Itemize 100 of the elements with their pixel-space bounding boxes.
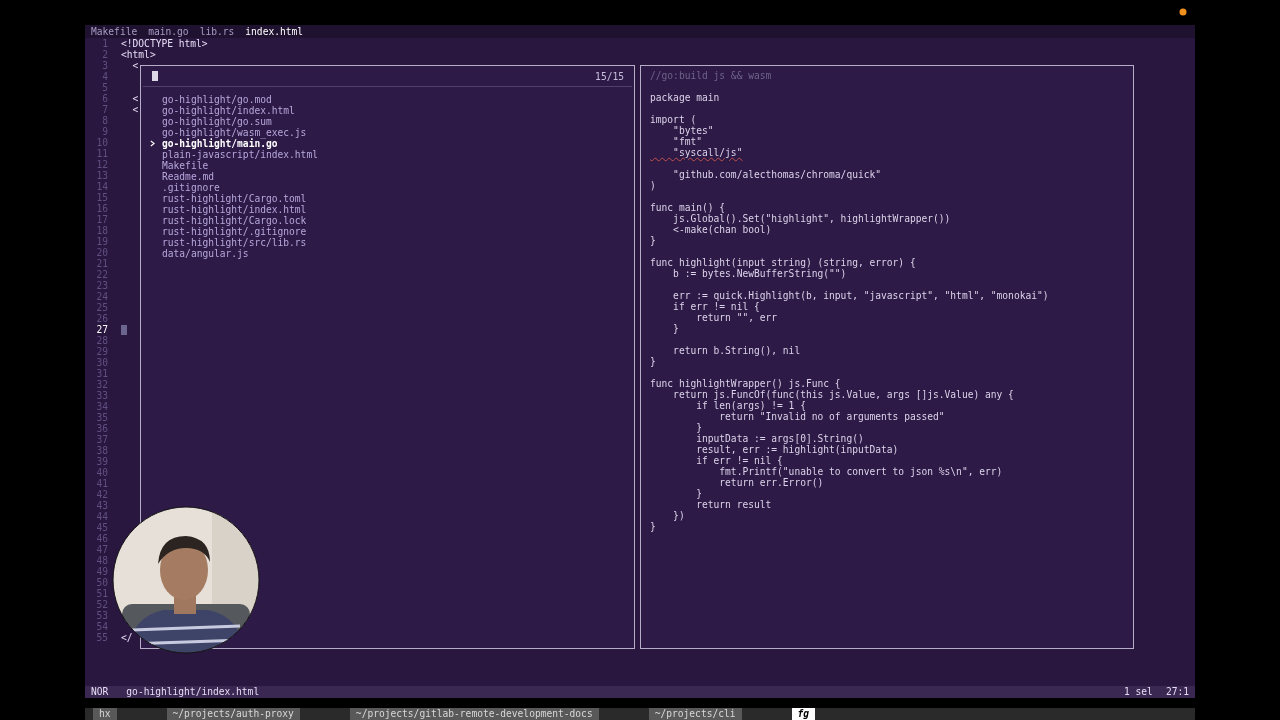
file-path: go-highlight/index.html [126, 686, 260, 698]
code-line: return result [695, 499, 772, 510]
line-number: 21 [96, 258, 108, 269]
line-number: 36 [96, 423, 108, 434]
file-item[interactable]: plain-javascript/index.html [162, 149, 318, 160]
code-line: return "", err [695, 312, 778, 323]
code-line: err := quick.Highlight(b, input, "javascript", "html", "monokai") [672, 290, 1049, 301]
code-line: </ [121, 632, 133, 643]
tmux-window[interactable]: fg [791, 708, 816, 720]
line-number: 41 [96, 478, 108, 489]
line-number: 14 [96, 181, 108, 192]
code-line: fmt.Printf("unable to convert to json %s\n", err) [718, 466, 1003, 477]
file-item[interactable]: rust-highlight/.gitignore [162, 226, 307, 237]
line-number: 44 [96, 511, 108, 522]
caret-icon [150, 140, 155, 147]
file-item[interactable]: rust-highlight/src/lib.rs [162, 237, 307, 248]
buffer-tab[interactable]: main.go [148, 25, 189, 38]
file-item[interactable]: go-highlight/wasm_exec.js [162, 127, 307, 138]
code-line: <-make(chan bool) [672, 224, 772, 235]
line-number: 32 [96, 379, 108, 390]
line-number: 12 [96, 159, 108, 170]
line-number: 1 [102, 38, 108, 49]
code-line: } [695, 488, 702, 499]
file-item[interactable]: go-highlight/index.html [162, 105, 295, 116]
line-number: 20 [96, 247, 108, 258]
code-line: } [695, 422, 702, 433]
code-line: < [131, 93, 139, 104]
selection-count: 1 sel [1124, 686, 1153, 698]
code-line: func highlightWrapper() js.Func { [650, 378, 841, 389]
code-line: js.Global().Set("highlight", highlightWrapper()) [672, 213, 951, 224]
line-number: 38 [96, 445, 108, 456]
line-number: 15 [96, 192, 108, 203]
line-number: 46 [96, 533, 108, 544]
code-line: return b.String(), nil [672, 345, 801, 356]
line-number: 52 [96, 599, 108, 610]
code-line: <!DOCTYPE html> [121, 38, 208, 49]
line-number: 40 [96, 467, 108, 478]
tmux-window[interactable]: ~/projects/auth-proxy [166, 708, 300, 720]
line-number: 49 [96, 566, 108, 577]
line-number: 42 [96, 489, 108, 500]
code-line: }) [672, 510, 685, 521]
code-line: return js.FuncOf(func(this js.Value, args []js.Value) any { [672, 389, 1014, 400]
line-number: 47 [96, 544, 108, 555]
code-line: func highlight(input string) (string, error) { [650, 257, 916, 268]
line-number: 27 [96, 324, 108, 335]
code-line: inputData := args[0].String() [695, 433, 864, 444]
line-number: 33 [96, 390, 108, 401]
tmux-window[interactable]: hx [93, 708, 117, 720]
line-number: 35 [96, 412, 108, 423]
line-number: 5 [102, 82, 108, 93]
code-line: "bytes" [672, 125, 714, 136]
file-item[interactable]: go-highlight/go.sum [162, 116, 272, 127]
buffer-tab[interactable]: lib.rs [199, 25, 235, 38]
line-number: 6 [102, 93, 108, 104]
code-line: return err.Error() [718, 477, 824, 488]
code-line: func main() { [650, 202, 726, 213]
code-line: } [650, 356, 656, 367]
mode-indicator: NOR [91, 686, 109, 698]
code-comment: //go:build js && wasm [650, 70, 772, 81]
code-line: if err != nil { [695, 455, 783, 466]
line-number: 37 [96, 434, 108, 445]
line-number: 4 [102, 71, 108, 82]
line-number: 7 [102, 104, 108, 115]
file-item[interactable]: .gitignore [162, 182, 220, 193]
line-number: 23 [96, 280, 108, 291]
tmux-window[interactable]: ~/projects/cli [648, 708, 742, 720]
file-item[interactable]: data/angular.js [162, 248, 249, 259]
code-line: < [131, 60, 139, 71]
code-line: if err != nil { [672, 301, 760, 312]
buffer-tab[interactable]: Makefile [91, 25, 138, 38]
line-number: 30 [96, 357, 108, 368]
code-line: < [131, 104, 139, 115]
file-item[interactable]: rust-highlight/Cargo.lock [162, 215, 307, 226]
file-item[interactable]: rust-highlight/Cargo.toml [162, 193, 307, 204]
line-number: 39 [96, 456, 108, 467]
line-number: 25 [96, 302, 108, 313]
line-number: 31 [96, 368, 108, 379]
file-item[interactable]: Makefile [162, 160, 209, 171]
code-line: import ( [650, 114, 697, 125]
tmux-window[interactable]: ~/projects/gitlab-remote-development-docs [349, 708, 599, 720]
line-number: 26 [96, 313, 108, 324]
file-item[interactable]: rust-highlight/index.html [162, 204, 307, 215]
line-number: 19 [96, 236, 108, 247]
line-number: 55 [96, 632, 108, 643]
line-number: 18 [96, 225, 108, 236]
file-item[interactable]: go-highlight/go.mod [162, 94, 272, 105]
line-number: 22 [96, 269, 108, 280]
line-number: 10 [96, 137, 108, 148]
code-line: } [650, 235, 656, 246]
file-item[interactable]: Readme.md [162, 171, 214, 182]
line-number: 9 [102, 126, 108, 137]
code-line: result, err := highlight(inputData) [695, 444, 899, 455]
line-number: 17 [96, 214, 108, 225]
code-line: "github.com/alecthomas/chroma/quick" [672, 169, 882, 180]
buffer-tab[interactable]: index.html [245, 25, 304, 38]
line-number: 16 [96, 203, 108, 214]
file-item[interactable]: go-highlight/main.go [162, 138, 278, 149]
line-number: 45 [96, 522, 108, 533]
line-number: 50 [96, 577, 108, 588]
code-line: b := bytes.NewBufferString("") [672, 268, 847, 279]
